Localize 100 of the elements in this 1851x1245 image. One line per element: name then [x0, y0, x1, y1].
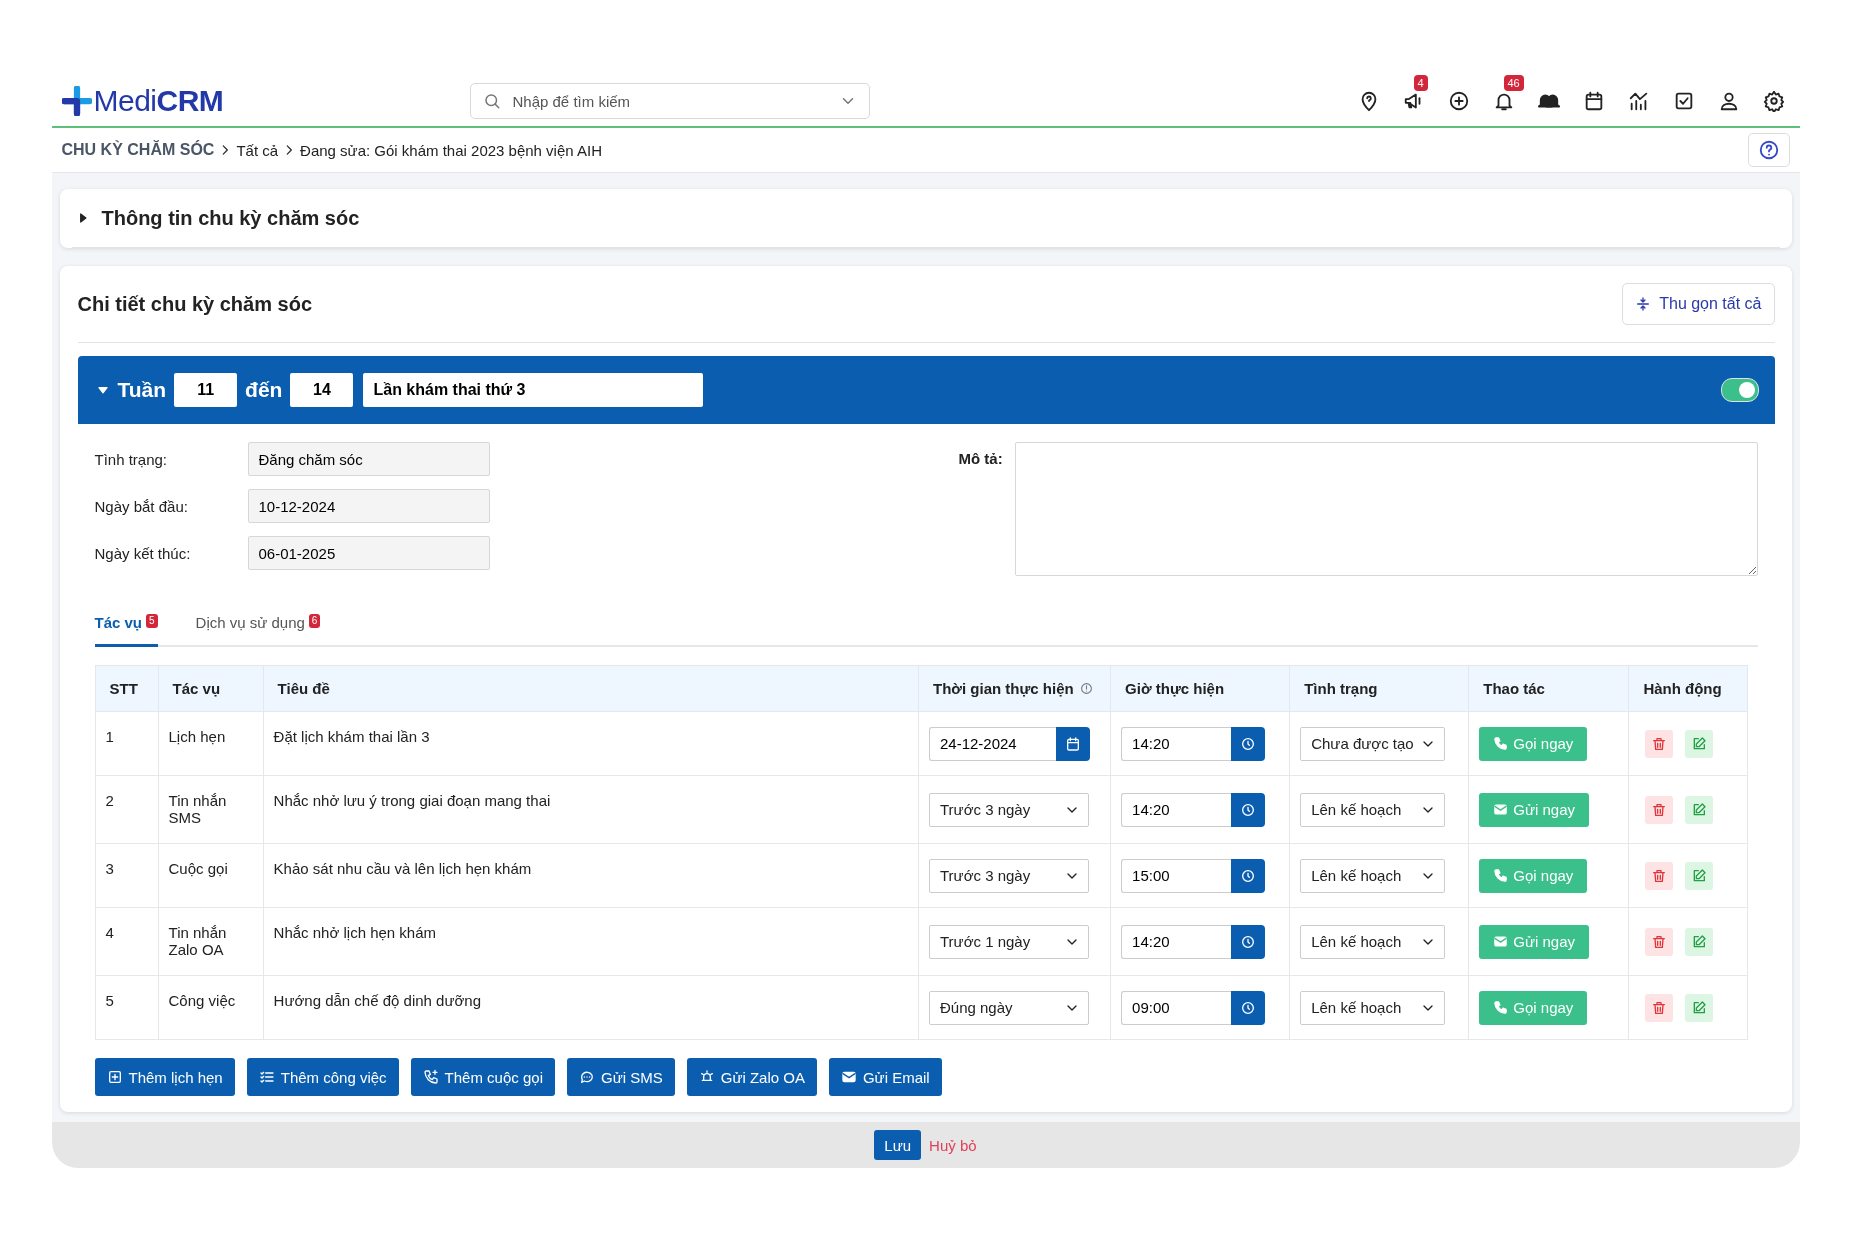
- stage-name-field[interactable]: Lần khám thai thứ 3: [363, 373, 704, 407]
- chart-icon[interactable]: [1627, 90, 1650, 112]
- edit-icon: [1691, 867, 1708, 884]
- compress-icon: [1635, 296, 1652, 312]
- logo-cross-icon: [61, 86, 92, 116]
- edit-button[interactable]: [1685, 795, 1714, 824]
- mail-icon: [1493, 802, 1509, 817]
- edit-button[interactable]: [1685, 993, 1714, 1022]
- breadcrumb-item: Đang sửa: Gói khám thai 2023 bệnh viện AIH: [300, 141, 602, 159]
- action-button[interactable]: Thêm công việc: [246, 1058, 399, 1096]
- week-to-field[interactable]: 14: [290, 373, 354, 407]
- calendar-button[interactable]: [1056, 726, 1090, 761]
- search-icon: [482, 92, 501, 110]
- action-button[interactable]: Gửi Email: [828, 1058, 942, 1096]
- action-button[interactable]: Thêm lịch hẹn: [94, 1058, 235, 1096]
- time-field[interactable]: 14:20: [1121, 726, 1232, 761]
- table-cell: Cuộc gọi: [158, 843, 264, 908]
- notification-badge: 4: [1413, 75, 1428, 91]
- dropdown[interactable]: Trước 3 ngày: [929, 858, 1089, 893]
- time-field[interactable]: 14:20: [1121, 924, 1232, 959]
- readonly-field[interactable]: 10-12-2024: [247, 489, 490, 523]
- time-field[interactable]: 09:00: [1121, 990, 1232, 1025]
- status-dropdown[interactable]: Lên kế hoạch: [1300, 990, 1446, 1025]
- info-icon: [1079, 682, 1093, 695]
- collapse-all-button[interactable]: Thu gọn tất cả: [1622, 283, 1775, 325]
- clock-icon: [1240, 933, 1257, 950]
- time-field[interactable]: 15:00: [1121, 858, 1232, 893]
- column-header: Thao tác: [1468, 665, 1629, 712]
- to-label: đến: [245, 378, 283, 402]
- column-header: Tình trạng: [1289, 665, 1469, 712]
- table-cell: 4: [95, 907, 159, 976]
- clock-button[interactable]: [1231, 990, 1266, 1025]
- week-label: Tuần: [117, 378, 167, 402]
- delete-button[interactable]: [1645, 861, 1674, 890]
- field-label: Ngày bắt đầu:: [94, 497, 189, 515]
- time-field[interactable]: 14:20: [1121, 792, 1232, 827]
- mail-icon: [840, 1069, 857, 1085]
- tab[interactable]: Dịch vụ sử dụng 6: [195, 610, 321, 647]
- dropdown[interactable]: Trước 3 ngày: [929, 792, 1089, 827]
- section-title: Thông tin chu kỳ chăm sóc: [101, 206, 360, 230]
- readonly-field[interactable]: Đăng chăm sóc: [247, 442, 490, 476]
- clock-button[interactable]: [1231, 858, 1266, 893]
- trash-icon: [1651, 735, 1668, 752]
- table-cell: 3: [95, 843, 159, 908]
- edit-button[interactable]: [1685, 927, 1714, 956]
- help-icon: [1757, 139, 1780, 161]
- action-button[interactable]: Gửi SMS: [567, 1058, 675, 1096]
- add-circle-icon[interactable]: [1447, 90, 1470, 112]
- delete-button[interactable]: [1645, 927, 1674, 956]
- readonly-field[interactable]: 06-01-2025: [247, 536, 490, 570]
- edit-icon: [1691, 735, 1708, 752]
- table-cell: Nhắc nhở lịch hẹn khám: [263, 907, 919, 976]
- delete-button[interactable]: [1645, 795, 1674, 824]
- help-button[interactable]: [1747, 133, 1790, 167]
- count-badge: 6: [308, 614, 321, 628]
- clock-icon: [1240, 801, 1257, 818]
- date-field[interactable]: 24-12-2024: [929, 726, 1056, 761]
- status-dropdown[interactable]: Lên kế hoạch: [1300, 858, 1446, 893]
- table-cell: Đặt lịch khám thai lần 3: [263, 711, 919, 776]
- week-from-field[interactable]: 11: [174, 373, 238, 407]
- count-badge: 5: [146, 614, 158, 628]
- settings-icon[interactable]: [1762, 90, 1785, 112]
- action-button[interactable]: Gửi Zalo OA: [686, 1058, 817, 1096]
- dropdown[interactable]: Trước 1 ngày: [929, 924, 1089, 959]
- table-cell: Hướng dẫn chế độ dinh dưỡng: [263, 975, 919, 1040]
- chat-icon: [579, 1069, 595, 1085]
- description-field[interactable]: [1014, 442, 1758, 576]
- edit-button[interactable]: [1685, 861, 1714, 890]
- breadcrumb-item[interactable]: CHU KỲ CHĂM SÓC: [61, 141, 215, 159]
- mail-icon: [1493, 934, 1509, 949]
- edit-icon: [1691, 999, 1708, 1016]
- clock-button[interactable]: [1231, 726, 1266, 761]
- action-button[interactable]: Thêm cuộc gọi: [410, 1058, 555, 1096]
- tab[interactable]: Tác vụ 5: [94, 610, 158, 647]
- trash-icon: [1651, 999, 1668, 1016]
- table-cell: Lịch hẹn: [158, 711, 264, 776]
- trash-icon: [1651, 933, 1668, 950]
- clock-icon: [1240, 867, 1257, 884]
- status-dropdown[interactable]: Lên kế hoạch: [1300, 792, 1446, 827]
- search-field[interactable]: Nhập để tìm kiếm: [469, 83, 870, 119]
- delete-button[interactable]: [1645, 993, 1674, 1022]
- dropdown[interactable]: Đúng ngày: [929, 990, 1089, 1025]
- trash-icon: [1651, 867, 1668, 884]
- breadcrumb-item[interactable]: Tất cả: [236, 141, 279, 159]
- status-dropdown[interactable]: Chưa được tạo: [1300, 726, 1446, 761]
- save-button[interactable]: Lưu: [874, 1130, 922, 1160]
- delete-button[interactable]: [1645, 729, 1674, 758]
- toggle-switch[interactable]: [1720, 378, 1759, 402]
- column-header: Tiêu đề: [263, 665, 919, 712]
- field-label: Ngày kết thúc:: [94, 544, 192, 562]
- field-label: Mô tả:: [958, 450, 1003, 469]
- clock-button[interactable]: [1231, 924, 1266, 959]
- column-header: Tác vụ: [158, 665, 264, 712]
- clock-button[interactable]: [1231, 792, 1266, 827]
- edit-button[interactable]: [1685, 729, 1714, 758]
- column-header: Giờ thực hiện: [1110, 665, 1290, 712]
- logo-text: MediCRM: [93, 84, 224, 118]
- phone-icon: [1493, 1000, 1509, 1015]
- table-cell: Tin nhắn Zalo OA: [158, 907, 264, 976]
- status-dropdown[interactable]: Lên kế hoạch: [1300, 924, 1446, 959]
